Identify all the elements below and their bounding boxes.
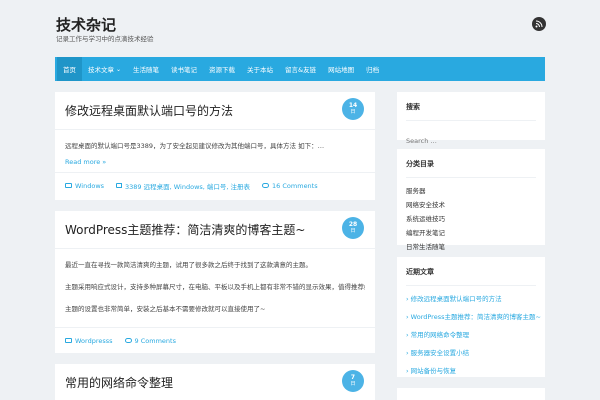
recent-post-link[interactable]: › WordPress主题推荐：简洁清爽的博客主题~ <box>406 311 541 321</box>
folder-icon <box>65 338 72 343</box>
recent-post-link[interactable]: › 网站备份与恢复 <box>406 365 536 375</box>
date-badge: 14 日 <box>342 98 364 120</box>
date-month: 日 <box>350 109 356 115</box>
nav-item-tech[interactable]: 技术文章 ⌄ <box>82 57 127 81</box>
read-more-link[interactable]: Read more » <box>65 158 365 166</box>
post-card: 常用的网络命令整理 7 日 <box>55 364 375 400</box>
post-category[interactable]: Wordpresss <box>75 337 113 345</box>
categories-widget: 分类目录 服务器 网络安全技术 系统运维技巧 编程开发笔记 日常生活随笔 <box>397 149 545 251</box>
post-card: WordPress主题推荐：简洁清爽的博客主题~ 28 日 最近一直在寻找一款简… <box>55 211 375 353</box>
nav-label: 网站地图 <box>328 66 355 74</box>
post-comments[interactable]: 16 Comments <box>272 182 318 190</box>
post-card: 修改远程桌面默认端口号的方法 14 日 远程桌面的默认端口号是3389，为了安全… <box>55 92 375 200</box>
widget-title: 近期文章 <box>406 267 536 286</box>
nav-label: 生活随笔 <box>133 66 160 74</box>
folder-icon <box>65 183 72 188</box>
post-comments[interactable]: 9 Comments <box>135 337 176 345</box>
nav-item-home[interactable]: 首页 <box>57 57 82 81</box>
nav-item-sitemap[interactable]: 网站地图 <box>322 57 360 81</box>
comment-icon <box>262 183 270 188</box>
recent-posts-widget: 近期文章 › 修改远程桌面默认端口号的方法 › WordPress主题推荐：简洁… <box>397 257 545 377</box>
post-tags[interactable]: 3389 远程桌面, Windows, 端口号, 注册表 <box>125 181 250 191</box>
post-category[interactable]: Windows <box>75 182 104 190</box>
nav-label: 读书笔记 <box>171 66 198 74</box>
widget-title: 分类目录 <box>406 159 536 178</box>
nav-label: 技术文章 <box>88 66 114 74</box>
tag-icon <box>116 183 123 188</box>
post-title[interactable]: 修改远程桌面默认端口号的方法 <box>65 102 233 119</box>
date-month: 日 <box>350 228 356 234</box>
date-badge: 7 日 <box>342 370 364 392</box>
nav-item-about[interactable]: 关于本站 <box>241 57 279 81</box>
post-title[interactable]: WordPress主题推荐：简洁清爽的博客主题~ <box>65 221 305 238</box>
post-paragraph: 主题采用响应式设计，支持多种屏幕尺寸，在电脑、平板以及手机上都有非常不错的显示效… <box>65 283 365 291</box>
category-item[interactable]: 服务器 <box>406 185 536 195</box>
widget-title: 搜索 <box>406 102 536 121</box>
recent-post-link[interactable]: › 常用的网络命令整理 <box>406 329 536 339</box>
recent-post-label: WordPress主题推荐：简洁清爽的博客主题~ <box>410 313 541 321</box>
category-item[interactable]: 编程开发笔记 <box>406 227 536 237</box>
widget-partial <box>397 388 545 400</box>
nav-item-downloads[interactable]: 资源下载 <box>203 57 241 81</box>
site-description: 记录工作与学习中的点滴技术经验 <box>56 35 154 43</box>
nav-label: 资源下载 <box>209 66 236 74</box>
chevron-down-icon: ⌄ <box>116 65 122 73</box>
nav-item-guestbook[interactable]: 留言&友链 <box>279 57 322 81</box>
search-input[interactable] <box>406 137 536 145</box>
date-badge: 28 日 <box>342 217 364 239</box>
site-title[interactable]: 技术杂记 <box>56 14 116 35</box>
nav-label: 留言&友链 <box>285 66 317 74</box>
post-paragraph: 最近一直在寻找一款简洁清爽的主题，试用了很多款之后终于找到了这款满意的主题。 <box>65 261 312 269</box>
recent-post-label: 常用的网络命令整理 <box>410 331 470 339</box>
search-widget: 搜索 <box>397 92 545 145</box>
post-title[interactable]: 常用的网络命令整理 <box>65 374 173 391</box>
post-paragraph: 主题的设置也非常简单，安装之后基本不需要修改就可以直接使用了~ <box>65 305 266 313</box>
recent-post-label: 修改远程桌面默认端口号的方法 <box>410 295 502 303</box>
nav-item-archive[interactable]: 归档 <box>360 57 385 81</box>
nav-label: 关于本站 <box>247 66 274 74</box>
nav-item-life[interactable]: 生活随笔 <box>127 57 165 81</box>
recent-post-link[interactable]: › 修改远程桌面默认端口号的方法 <box>406 293 536 303</box>
comment-icon <box>124 338 132 343</box>
rss-icon[interactable] <box>532 17 546 31</box>
recent-post-link[interactable]: › 服务器安全设置小结 <box>406 347 536 357</box>
recent-post-label: 网站备份与恢复 <box>410 367 457 375</box>
category-item[interactable]: 系统运维技巧 <box>406 213 536 223</box>
main-nav: 首页 技术文章 ⌄ 生活随笔 读书笔记 资源下载 关于本站 留言&友链 网站地图 … <box>55 57 545 81</box>
nav-item-reading[interactable]: 读书笔记 <box>165 57 203 81</box>
category-item[interactable]: 日常生活随笔 <box>406 241 536 251</box>
nav-label: 归档 <box>366 66 380 74</box>
category-item[interactable]: 网络安全技术 <box>406 199 536 209</box>
nav-label: 首页 <box>63 66 76 74</box>
recent-post-label: 服务器安全设置小结 <box>410 349 470 357</box>
post-excerpt: 远程桌面的默认端口号是3389，为了安全起见建议修改为其他端口号，具体方法 如下… <box>65 142 325 150</box>
date-month: 日 <box>350 381 356 387</box>
